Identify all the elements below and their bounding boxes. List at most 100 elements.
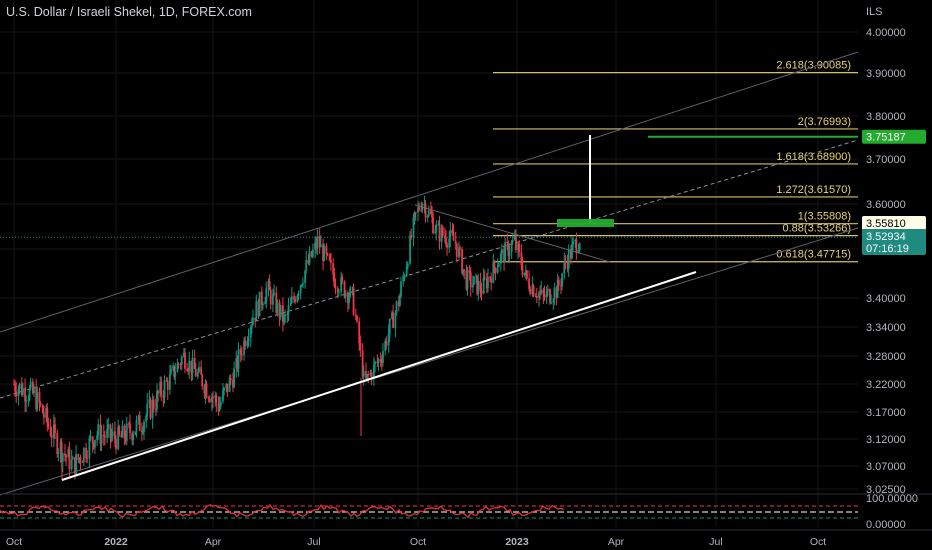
candle-body xyxy=(247,337,250,342)
candle-body xyxy=(490,278,493,283)
candle-body xyxy=(97,424,100,436)
candle-body xyxy=(387,333,390,346)
last-price-text: 07:16:19 xyxy=(866,243,909,255)
candle-body xyxy=(341,276,344,282)
candle-body xyxy=(403,275,406,278)
candle-body xyxy=(184,352,186,369)
candle-body xyxy=(406,263,409,267)
y-tick-label: 3.28000 xyxy=(866,351,906,363)
fib-level-label: 2.618(3.90085) xyxy=(776,60,851,72)
price-chart[interactable]: 2.618(3.90085)2(3.76993)1.618(3.68900)1.… xyxy=(0,0,932,550)
candle-body xyxy=(349,287,352,297)
candle-body xyxy=(118,426,121,435)
candle-body xyxy=(258,291,261,317)
candle-body xyxy=(508,251,511,257)
candle-body xyxy=(38,392,41,403)
candle-body xyxy=(553,287,556,301)
candle-body xyxy=(152,400,155,409)
candle-body xyxy=(166,381,169,390)
candle-body xyxy=(82,447,85,462)
candle-body xyxy=(330,260,332,264)
candle-body xyxy=(170,368,172,374)
x-tick-label: Oct xyxy=(410,536,426,548)
candle-body xyxy=(325,245,328,254)
candle-body xyxy=(104,436,106,438)
candle-body xyxy=(480,290,483,294)
candle-body xyxy=(86,458,89,460)
candle-body xyxy=(54,424,56,434)
candle-body xyxy=(129,424,131,434)
y-tick-label: 3.22000 xyxy=(866,379,906,391)
candle-body xyxy=(388,318,391,334)
candle-body xyxy=(395,301,398,313)
candle-body xyxy=(79,457,82,462)
candle-body xyxy=(421,204,424,211)
candle-body xyxy=(200,367,203,375)
fib-level-label: 1.272(3.61570) xyxy=(776,184,851,196)
candle-body xyxy=(526,270,528,279)
candle-body xyxy=(244,340,247,347)
target-price-text: 3.75187 xyxy=(866,132,906,144)
candle-body xyxy=(146,403,149,416)
candle-body xyxy=(504,241,507,263)
x-tick-label: Jul xyxy=(709,536,722,548)
candle-body xyxy=(412,217,415,238)
candle-body xyxy=(473,276,475,285)
candle-body xyxy=(405,266,408,276)
candle-body xyxy=(180,356,183,365)
candle-body xyxy=(414,212,417,214)
candle-body xyxy=(463,269,466,271)
y-tick-label: 3.07000 xyxy=(866,461,906,473)
candle-body xyxy=(284,314,287,316)
candle-body xyxy=(273,292,275,295)
candle-body xyxy=(226,383,229,392)
candle-body xyxy=(135,420,138,432)
candle-body xyxy=(557,279,560,286)
candle-body xyxy=(311,249,314,257)
candle-body xyxy=(578,243,581,250)
candle-body xyxy=(356,316,358,322)
candle-body xyxy=(455,243,458,257)
candle-body xyxy=(240,354,243,356)
candle-body xyxy=(157,390,159,394)
candle-body xyxy=(219,401,222,407)
candle-body xyxy=(493,261,496,268)
candle-body xyxy=(546,289,549,292)
candle-body xyxy=(61,453,64,462)
candle-body xyxy=(89,436,92,439)
candle-body xyxy=(561,273,563,286)
candle-body xyxy=(427,210,430,216)
candle-body xyxy=(326,253,329,255)
y-tick-label: 3.34000 xyxy=(866,322,906,334)
y-tick-label: 3.40000 xyxy=(866,293,906,305)
candle-body xyxy=(15,391,18,397)
candle-body xyxy=(68,449,71,470)
candle-body xyxy=(334,286,337,289)
candle-body xyxy=(39,402,42,405)
candle-body xyxy=(469,272,472,288)
candle-body xyxy=(337,291,340,293)
osc-tick-label: 0.00000 xyxy=(866,519,906,531)
candle-body xyxy=(540,289,543,293)
candle-body xyxy=(424,203,427,218)
candle-body xyxy=(302,283,304,285)
fib-level-label: 0.88(3.53266) xyxy=(783,223,852,235)
x-tick-label: 2022 xyxy=(104,536,128,548)
candle-body xyxy=(111,431,114,436)
candle-body xyxy=(379,359,382,363)
candle-body xyxy=(532,285,535,296)
candle-body xyxy=(511,239,514,243)
candle-body xyxy=(510,242,513,252)
y-tick-label: 3.12000 xyxy=(866,434,906,446)
x-tick-label: 2023 xyxy=(505,536,529,548)
y-tick-label: 4.00000 xyxy=(866,27,906,39)
candle-body xyxy=(316,236,319,249)
candle-body xyxy=(550,302,552,304)
entry-zone-box[interactable] xyxy=(557,219,614,227)
candle-body xyxy=(399,295,401,307)
candle-body xyxy=(252,317,254,325)
candle-body xyxy=(47,422,50,427)
candle-body xyxy=(138,415,141,431)
candle-body xyxy=(94,439,96,448)
candle-body xyxy=(459,247,461,249)
